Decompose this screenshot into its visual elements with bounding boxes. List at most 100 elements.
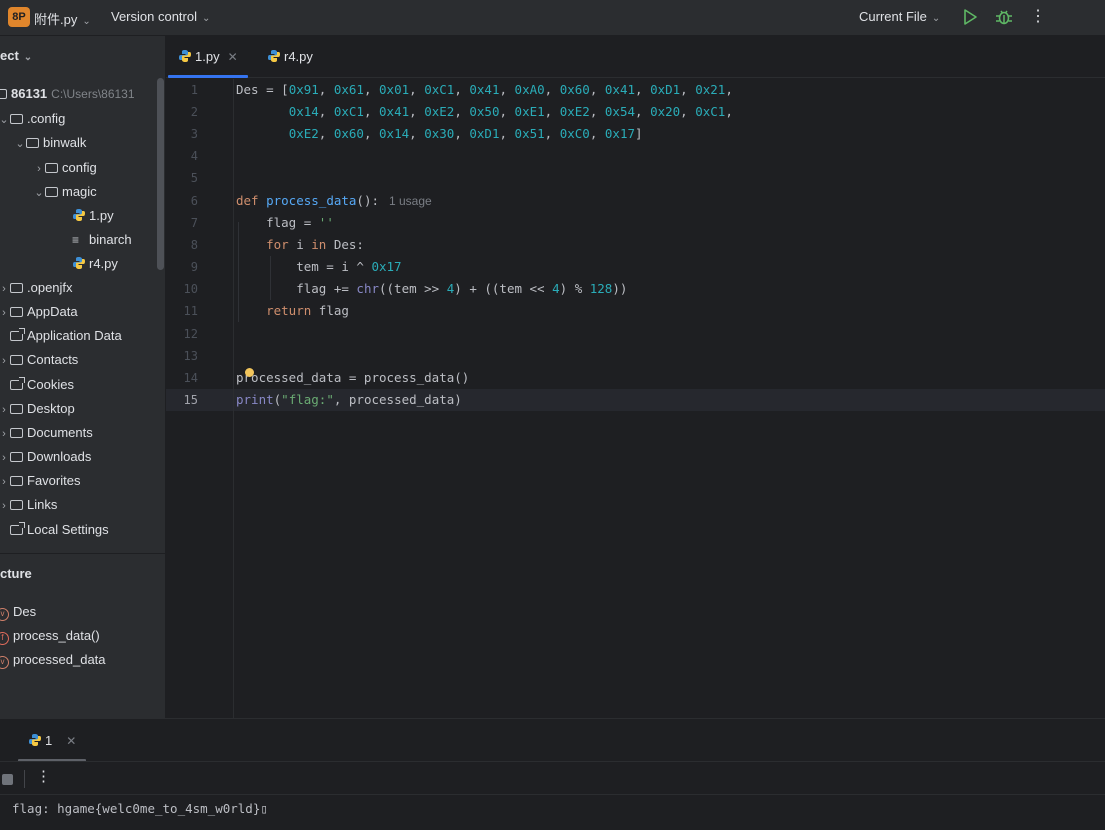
- code-editor[interactable]: 1 2 3 4 5 6 7 8 9 10 11 12 13 14 15 Des …: [166, 79, 1105, 718]
- folder-link-icon: [10, 377, 25, 390]
- tab-1-py[interactable]: 1.py ✕: [168, 36, 248, 78]
- tree-item-config-dir[interactable]: ⌄ .config: [0, 107, 65, 131]
- folder-icon: [0, 89, 7, 99]
- folder-icon: [45, 163, 58, 173]
- tree-item-application-data[interactable]: Application Data: [10, 324, 122, 348]
- tree-item-local-settings[interactable]: Local Settings: [10, 518, 109, 542]
- close-icon[interactable]: ✕: [228, 50, 238, 64]
- code-line-15: print("flag:", processed_data): [236, 392, 462, 407]
- usage-hint[interactable]: 1 usage: [389, 194, 432, 208]
- tree-item-links[interactable]: › Links: [0, 493, 57, 517]
- folder-icon: [10, 114, 23, 124]
- python-file-icon: [268, 50, 280, 62]
- tree-item-contacts[interactable]: › Contacts: [0, 348, 78, 372]
- structure-item-process-data[interactable]: f process_data(): [0, 624, 100, 648]
- tree-item-documents[interactable]: › Documents: [0, 421, 93, 445]
- folder-link-icon: [10, 522, 25, 535]
- chevron-right-icon[interactable]: ›: [0, 301, 10, 325]
- chevron-right-icon[interactable]: ›: [0, 446, 10, 470]
- tree-item-binwalk[interactable]: ⌄ binwalk: [14, 131, 86, 155]
- variable-icon: v: [0, 608, 9, 621]
- tab-r4-py[interactable]: r4.py: [267, 36, 313, 78]
- project-panel-header[interactable]: ect ⌄: [0, 48, 32, 63]
- python-file-icon: [29, 734, 41, 746]
- project-badge[interactable]: 8P: [8, 7, 30, 27]
- code-line-8: for i in Des:: [266, 237, 364, 252]
- line-number: 2: [190, 105, 198, 119]
- chevron-down-icon: ⌄: [82, 16, 91, 27]
- chevron-right-icon[interactable]: ›: [0, 277, 10, 301]
- function-icon: f: [0, 632, 9, 645]
- structure-item-processed-data[interactable]: v processed_data: [0, 648, 106, 672]
- chevron-right-icon[interactable]: ›: [0, 349, 10, 373]
- vcs-menu[interactable]: Version control ⌄: [111, 9, 210, 24]
- tree-item-appdata[interactable]: › AppData: [0, 300, 77, 325]
- run-config-selector[interactable]: Current File ⌄: [859, 9, 940, 24]
- python-file-icon: [73, 257, 85, 269]
- panel-divider[interactable]: [0, 553, 165, 554]
- code-line-2: 0x14, 0xC1, 0x41, 0xE2, 0x50, 0xE1, 0xE2…: [288, 104, 733, 119]
- tree-item-86131[interactable]: 86131 C:\Users\86131: [0, 82, 135, 106]
- line-number: 1: [190, 83, 198, 97]
- line-number: 11: [183, 304, 198, 318]
- chevron-right-icon[interactable]: ›: [0, 398, 10, 422]
- chevron-down-icon: ⌄: [931, 13, 941, 24]
- folder-icon: [10, 476, 23, 486]
- project-name: 附件.py: [34, 12, 78, 27]
- tree-item-config[interactable]: › config: [33, 156, 97, 180]
- run-config-label: Current File: [859, 9, 927, 24]
- tree-item-r4-py[interactable]: r4.py: [72, 252, 118, 276]
- code-line-3: 0xE2, 0x60, 0x14, 0x30, 0xD1, 0x51, 0xC0…: [288, 126, 643, 141]
- line-number: 9: [190, 260, 198, 274]
- run-toolbar: ⋮: [0, 761, 1105, 795]
- python-file-icon: [73, 209, 85, 221]
- folder-icon: [10, 452, 23, 462]
- chevron-right-icon[interactable]: ›: [0, 470, 10, 494]
- structure-item-des[interactable]: v Des: [0, 600, 36, 624]
- tree-item-1-py[interactable]: 1.py: [72, 204, 114, 228]
- tree-item-magic[interactable]: ⌄ magic: [33, 180, 96, 205]
- project-selector[interactable]: 附件.py ⌄: [34, 9, 91, 28]
- tree-item-favorites[interactable]: › Favorites: [0, 469, 80, 493]
- tree-item-binarch[interactable]: ≡ binarch: [72, 228, 132, 252]
- chevron-down-icon[interactable]: ⌄: [33, 181, 45, 205]
- intention-bulb-icon[interactable]: [245, 368, 254, 377]
- tree-item-downloads[interactable]: › Downloads: [0, 445, 91, 469]
- console-output[interactable]: flag: hgame{welc0me_to_4sm_w0rld}▯: [12, 801, 268, 816]
- line-number: 13: [183, 349, 198, 363]
- python-file-icon: [179, 50, 191, 62]
- folder-link-icon: [10, 328, 25, 341]
- debug-icon[interactable]: [994, 7, 1014, 27]
- tree-item-openjfx[interactable]: › .openjfx: [0, 276, 72, 301]
- chevron-right-icon[interactable]: ›: [0, 494, 10, 518]
- close-icon[interactable]: ✕: [66, 734, 76, 748]
- folder-icon: [10, 355, 23, 365]
- tree-item-desktop[interactable]: › Desktop: [0, 397, 75, 421]
- tree-item-cookies[interactable]: Cookies: [10, 373, 74, 397]
- line-number: 7: [190, 216, 198, 230]
- code-line-14: processed_data = process_data(): [236, 370, 470, 385]
- run-tab[interactable]: 1 ✕: [28, 729, 76, 753]
- folder-icon: [10, 500, 23, 510]
- line-number: 3: [190, 127, 198, 141]
- project-panel: ect ⌄ 86131 C:\Users\86131 ⌄ .config ⌄ binwa…: [0, 36, 166, 718]
- code-line-9: tem = i ^ 0x17: [236, 259, 402, 274]
- chevron-down-icon[interactable]: ⌄: [14, 132, 26, 156]
- chevron-down-icon[interactable]: ⌄: [0, 108, 10, 132]
- stop-icon[interactable]: [2, 774, 13, 785]
- line-number: 5: [190, 171, 198, 185]
- folder-icon: [10, 428, 23, 438]
- folder-icon: [26, 138, 39, 148]
- variable-icon: v: [0, 656, 9, 669]
- folder-icon: [45, 187, 58, 197]
- run-icon[interactable]: [962, 8, 978, 26]
- chevron-down-icon: ⌄: [23, 52, 33, 63]
- chevron-right-icon[interactable]: ›: [33, 157, 45, 181]
- more-actions-icon[interactable]: ⋮: [1030, 6, 1046, 28]
- line-number: 4: [190, 149, 198, 163]
- gutter-border: [233, 79, 234, 718]
- more-actions-icon[interactable]: ⋮: [36, 767, 51, 785]
- project-scrollbar[interactable]: [157, 78, 164, 270]
- line-number: 12: [183, 327, 198, 341]
- chevron-right-icon[interactable]: ›: [0, 422, 10, 446]
